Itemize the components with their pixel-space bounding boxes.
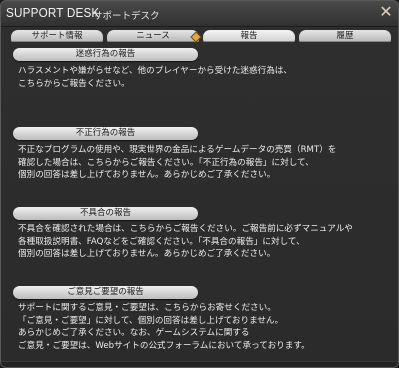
section-header-feedback[interactable]: ご意見ご要望の報告 [13,286,198,299]
section-header-harassment[interactable]: 迷惑行為の報告 [13,48,198,61]
tab-news[interactable]: ニュース [107,30,199,42]
report-content: 迷惑行為の報告 ハラスメントや嫌がらせなど、他のプレイヤーから受けた迷惑行為は、… [1,45,398,363]
bottom-strip [1,361,398,367]
close-icon[interactable]: ✕ [377,3,395,21]
window-subtitle: サポートデスク [93,11,160,22]
section-body-bug: 不具合を確認された場合は、こちらからご報告ください。ご報告前に必ずマニュアルや … [18,224,353,260]
tab-support-info[interactable]: サポート情報 [11,30,103,42]
window-title: SUPPORT DESK [6,5,100,20]
tab-report[interactable]: 報告 [203,30,295,42]
section-header-bug[interactable]: 不具合の報告 [13,207,198,220]
section-header-cheating[interactable]: 不正行為の報告 [13,127,198,140]
section-body-harassment: ハラスメントや嫌がらせなど、他のプレイヤーから受けた迷惑行為は、 こちらからご報… [18,66,292,89]
title-bar[interactable]: SUPPORT DESK サポートデスク ✕ [1,1,398,27]
tab-history[interactable]: 履歴 [299,30,391,42]
section-body-feedback: サポートに関するご意見・ご要望は、こちらからお寄せください。 「ご意見・ご要望」… [18,303,310,351]
section-body-cheating: 不正なプログラムの使用や、現実世界の金品によるゲームデータの売買（RMT）を 確… [18,145,337,181]
support-desk-window: SUPPORT DESK サポートデスク ✕ サポート情報 ニュース 報告 履歴… [0,0,399,368]
